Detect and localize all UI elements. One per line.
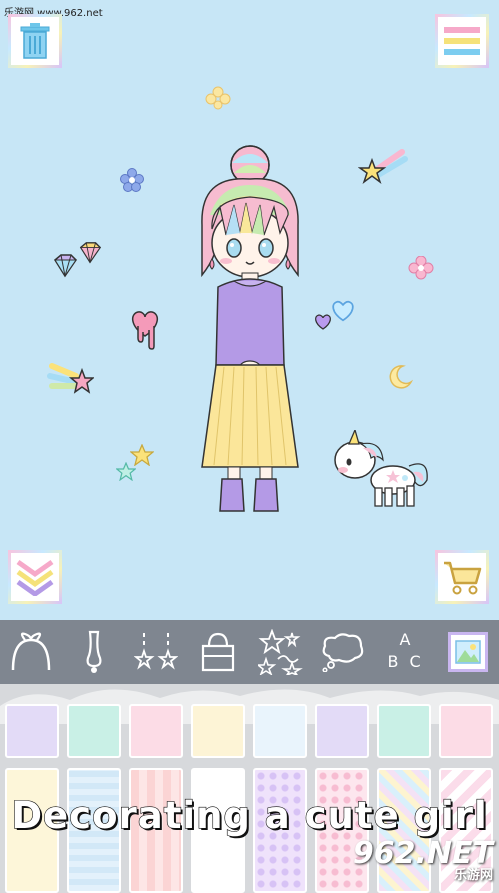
menu-icon [444, 27, 480, 55]
bag-icon [202, 632, 235, 672]
moon-icon [389, 365, 413, 389]
headband-icon [11, 632, 51, 671]
trash-button[interactable] [8, 14, 62, 68]
swatch-item[interactable] [191, 704, 245, 758]
chevron-down-icon [16, 559, 54, 596]
tool-dangle-earrings[interactable] [125, 620, 187, 684]
tool-earring[interactable] [62, 620, 124, 684]
picture-icon [455, 640, 481, 664]
dripping-heart-icon [131, 311, 159, 350]
tool-speech-bubble[interactable] [312, 620, 374, 684]
heart-icon [332, 300, 354, 322]
cart-button[interactable] [435, 550, 489, 604]
watermark-bottom: 962.NET 乐游网 [353, 839, 493, 884]
swatch-item[interactable] [253, 704, 307, 758]
girl-character [201, 145, 299, 512]
tool-letters[interactable]: A B C [374, 620, 436, 684]
letter-a: A [399, 630, 411, 649]
letter-c: C [409, 652, 421, 671]
tool-sparkles[interactable] [250, 620, 312, 684]
letters-icon: A B C [385, 630, 425, 674]
dangle-earrings-icon [133, 633, 178, 670]
swatch-item[interactable] [439, 704, 493, 758]
shooting-star-icon [358, 149, 408, 185]
unicorn-icon [334, 430, 428, 507]
promo-caption: Decorating a cute girl [11, 793, 488, 837]
swatch-item[interactable] [129, 704, 183, 758]
tool-bag[interactable] [187, 620, 249, 684]
menu-button[interactable] [435, 14, 489, 68]
gem-icon [54, 254, 77, 278]
tool-background[interactable] [437, 620, 499, 684]
selected-tool-frame [447, 632, 488, 672]
sparkles-icon [257, 629, 303, 675]
swatch-item[interactable] [67, 704, 121, 758]
flower-icon [408, 256, 434, 280]
swatch-item[interactable] [5, 704, 59, 758]
trash-icon [20, 23, 50, 59]
swatch-item[interactable] [315, 704, 369, 758]
earring-icon [86, 630, 102, 673]
collapse-button[interactable] [8, 550, 62, 604]
tool-headband[interactable] [0, 620, 62, 684]
swatch-item[interactable] [377, 704, 431, 758]
flower-icon [120, 168, 144, 192]
shooting-star-icon [47, 363, 94, 394]
clover-icon [205, 86, 231, 110]
heart-icon [315, 314, 331, 330]
letter-b: B [387, 652, 399, 671]
gem-icon [79, 242, 102, 264]
category-toolbar: A B C [0, 620, 499, 684]
cart-icon [444, 561, 482, 595]
star-icon [116, 462, 136, 481]
watermark-logo: 962.NET [352, 836, 493, 871]
speech-bubble-icon [322, 633, 364, 672]
